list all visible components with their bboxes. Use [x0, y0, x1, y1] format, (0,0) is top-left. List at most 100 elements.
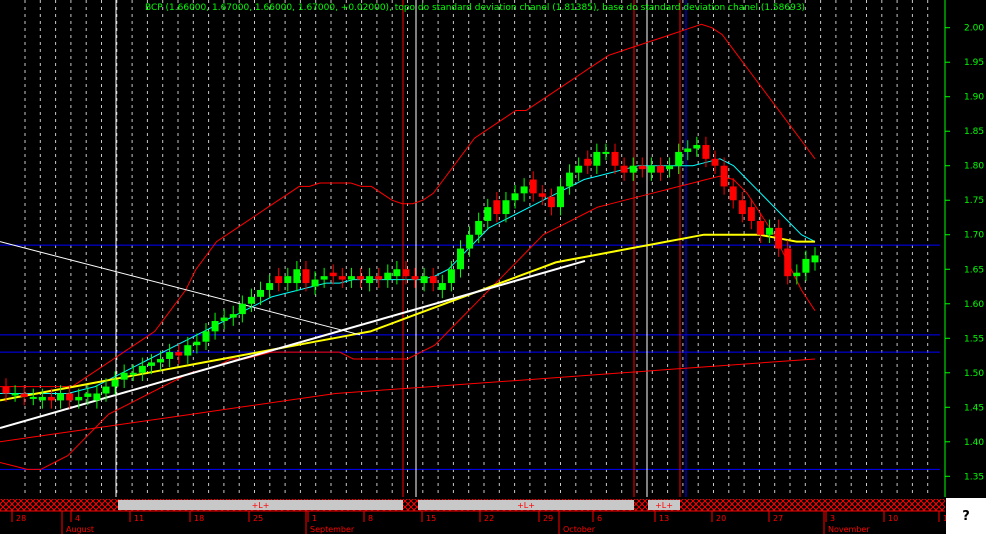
candle-body	[720, 165, 728, 187]
candle-body	[429, 276, 437, 284]
candle-body	[166, 352, 174, 359]
candle-body	[793, 272, 801, 277]
price-tick-label: 1.70	[964, 231, 984, 241]
date-axis: 2841118251815222961320273101AugustSeptem…	[0, 510, 948, 534]
date-tick-label: 8	[368, 514, 373, 523]
month-label: November	[828, 525, 870, 534]
candle-body	[729, 186, 737, 201]
candle-body	[666, 165, 674, 170]
date-tick-label: 11	[134, 514, 144, 523]
candle-body	[38, 396, 46, 401]
date-tick-label: 10	[888, 514, 898, 523]
candle-body	[211, 321, 219, 332]
candle-body	[629, 165, 637, 173]
candle-body	[520, 186, 528, 194]
chart-title: BCP (1.66000, 1.67000, 1.66000, 1.67000,…	[145, 3, 805, 13]
candle-body	[547, 196, 555, 208]
price-tick-label: 2.00	[964, 24, 984, 34]
price-tick-label: 1.65	[964, 265, 984, 275]
candle-body	[157, 358, 165, 363]
candle-body	[675, 151, 683, 166]
signal-label: +L+	[517, 501, 535, 510]
candle-body	[647, 165, 655, 173]
candle-body	[184, 345, 192, 356]
month-label: September	[310, 525, 355, 534]
candle-body	[266, 283, 274, 290]
price-tick-label: 1.80	[964, 162, 984, 172]
candle-body	[293, 269, 301, 284]
candle-body	[411, 276, 419, 280]
candle-body	[238, 303, 246, 315]
candle-body	[11, 393, 19, 396]
candle-body	[329, 272, 337, 277]
candle-body	[420, 276, 428, 284]
help-button[interactable]: ?	[946, 498, 986, 534]
candle-body	[120, 372, 128, 380]
candle-body	[320, 276, 328, 280]
date-tick-label: 18	[194, 514, 204, 523]
date-tick-label: 15	[426, 514, 436, 523]
candle-body	[775, 227, 783, 249]
candle-body	[656, 165, 664, 173]
candle-body	[111, 379, 119, 387]
candle-body	[484, 207, 492, 221]
candle-body	[802, 258, 810, 273]
candle-body	[66, 393, 74, 401]
candle-body	[456, 248, 464, 270]
candle-body	[693, 145, 701, 149]
candle-body	[447, 269, 455, 284]
candle-body	[347, 276, 355, 280]
candle-body	[747, 207, 755, 221]
candlestick-chart: 2.00 1.95 1.90 1.85 1.80 1.75 1.70 1.65 1.60 1.55…	[0, 0, 986, 534]
candle-body	[193, 341, 201, 346]
candle-body	[529, 179, 537, 194]
candle-body	[47, 396, 55, 401]
candle-body	[593, 151, 601, 166]
candle-body	[384, 272, 392, 280]
candle-body	[756, 220, 764, 235]
candle-body	[338, 276, 346, 280]
price-tick-label: 1.50	[964, 369, 984, 379]
candle-body	[466, 234, 474, 249]
candle-body	[75, 396, 83, 401]
candle-body	[93, 393, 101, 401]
date-tick-label: 29	[543, 514, 553, 523]
candle-body	[357, 276, 365, 280]
signal-label: +L+	[655, 501, 673, 510]
candle-body	[375, 276, 383, 280]
candle-body	[129, 372, 137, 375]
candle-body	[147, 362, 155, 366]
month-label: October	[563, 525, 596, 534]
candle-body	[493, 200, 501, 215]
candle-body	[220, 317, 228, 322]
date-tick-label: 6	[597, 514, 602, 523]
price-tick-label: 1.45	[964, 403, 984, 413]
candle-body	[611, 151, 619, 166]
candle-body	[584, 158, 592, 166]
candle-body	[247, 296, 255, 304]
candle-body	[29, 396, 37, 399]
candle-body	[556, 186, 564, 208]
signal-label: +L+	[252, 501, 270, 510]
candle-body	[738, 200, 746, 215]
candle-body	[311, 279, 319, 287]
candle-body	[684, 148, 692, 152]
candle-body	[229, 314, 237, 318]
candle-body	[438, 283, 446, 290]
candle-body	[202, 331, 210, 342]
price-tick-label: 1.35	[964, 472, 984, 482]
price-tick-label: 1.75	[964, 196, 984, 206]
candle-body	[502, 200, 510, 215]
candle-body	[366, 276, 374, 284]
candle-body	[575, 165, 583, 173]
month-label: August	[66, 525, 94, 534]
candle-body	[811, 255, 819, 263]
candle-body	[784, 248, 792, 277]
price-tick-label: 1.40	[964, 438, 984, 448]
candle-body	[284, 276, 292, 284]
candle-body	[57, 393, 65, 401]
candle-body	[402, 269, 410, 277]
date-tick-label: 25	[253, 514, 263, 523]
candle-body	[275, 276, 283, 284]
date-tick-label: 28	[16, 514, 26, 523]
